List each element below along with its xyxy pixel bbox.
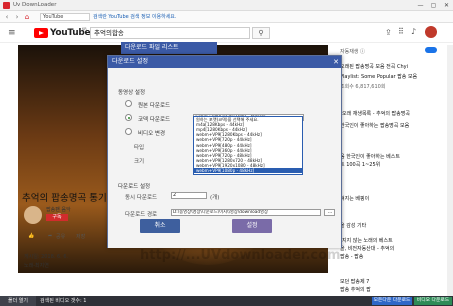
like-icon[interactable]: 👍 bbox=[28, 233, 34, 239]
sidebar-item[interactable]: 혀지는 베핑이 bbox=[340, 195, 446, 202]
radio-convert-label[interactable]: 비디오 변경 bbox=[138, 129, 165, 137]
youtube-search-input[interactable]: 추억의합송 bbox=[90, 27, 250, 39]
dialog-title: 다운로드 설정 bbox=[108, 56, 341, 68]
codec-option-selected[interactable]: webm+VP9[1080p - 48kHz] bbox=[194, 168, 302, 174]
path-input[interactable]: D:\동영상\영상\다운로드\이지\\영상\download영상 bbox=[171, 209, 321, 216]
minimize-button[interactable]: — bbox=[416, 1, 425, 10]
channel-name[interactable]: 팝송팬 음악 bbox=[46, 206, 71, 213]
sidebar-item[interactable]: 을, 비전자동산대 - 추억의 bbox=[340, 245, 446, 252]
sidebar-item[interactable]: 을 감성 기타 bbox=[340, 222, 446, 229]
path-label: 다운로드 경로 bbox=[125, 212, 158, 218]
channel-avatar[interactable] bbox=[24, 206, 42, 224]
window-title: Uv DownLoader bbox=[13, 2, 57, 8]
status-bar: 폴더 열기 검색된 비디오 갯수: 1 모든다운 다운로드 비디오 다운로드 bbox=[0, 296, 453, 306]
size-label: 크기 bbox=[134, 159, 145, 165]
radio-convert[interactable] bbox=[125, 128, 132, 135]
share-button[interactable]: 공유 bbox=[56, 233, 65, 240]
back-icon[interactable]: ‹ bbox=[3, 13, 11, 21]
video-count-status: 검색된 비디오 갯수: 1 bbox=[40, 298, 87, 304]
download-all-button[interactable]: 모든다운 다운로드 bbox=[372, 297, 412, 305]
app-icon bbox=[3, 2, 10, 9]
download-section-label: 다운로드 설정 bbox=[118, 184, 151, 190]
watermark-text: http://...UVdownloader.com bbox=[140, 248, 341, 263]
address-notice: 검색란 YouTube 검색 정보 이용하세요. bbox=[93, 14, 177, 20]
youtube-logo-icon[interactable] bbox=[34, 28, 48, 38]
close-window-button[interactable]: ✕ bbox=[442, 1, 451, 10]
radio-original-label[interactable]: 원본 다운로드 bbox=[138, 101, 170, 109]
open-folder-button[interactable]: 폴더 열기 bbox=[0, 296, 36, 306]
maximize-button[interactable]: ▢ bbox=[429, 1, 438, 10]
cancel-button[interactable]: 취소 bbox=[140, 219, 180, 233]
radio-codec-label[interactable]: 코덱 다운로드 bbox=[138, 115, 170, 123]
confirm-button[interactable]: 설정 bbox=[232, 219, 272, 233]
address-bar: ‹ › ⌂ YouTube 검색란 YouTube 검색 정보 이용하세요. bbox=[0, 11, 453, 23]
video-section-label: 동영상 설정 bbox=[118, 90, 146, 96]
concurrent-unit: (개) bbox=[210, 195, 220, 201]
scrollbar[interactable] bbox=[447, 45, 453, 296]
sidebar-item: 조회수 6,817,610회 bbox=[340, 84, 386, 90]
sidebar-item[interactable]: 오래된 팝송명곡 모음 전곡 Chyi bbox=[340, 63, 446, 70]
youtube-header: ≡ YouTube KR 추억의합송 ⚲ ⇪ ⠿ ♪ bbox=[0, 23, 453, 43]
youtube-region: KR bbox=[82, 27, 87, 31]
concurrent-select[interactable]: 2 bbox=[171, 192, 207, 199]
forward-icon[interactable]: › bbox=[13, 13, 21, 21]
upload-icon[interactable]: ⇪ bbox=[385, 28, 392, 37]
video-download-button[interactable]: 비디오 다운로드 bbox=[414, 297, 452, 305]
avatar[interactable] bbox=[425, 26, 437, 38]
sidebar-item[interactable]: 팝송 추억의 팝 bbox=[340, 286, 446, 293]
home-icon[interactable]: ⌂ bbox=[23, 13, 31, 21]
autoplay-label: 자동재생 ⓘ bbox=[340, 49, 365, 55]
bell-icon[interactable]: ♪ bbox=[411, 27, 416, 36]
sidebar-item[interactable]: 한국인이 좋아하는 팝송명곡 모음 bbox=[340, 122, 446, 129]
radio-codec[interactable] bbox=[125, 114, 132, 121]
sidebar-item[interactable]: [오래 재생목록 - 추억의 팝송명곡 bbox=[340, 110, 446, 117]
search-icon[interactable]: ⚲ bbox=[252, 27, 270, 39]
type-label: 타입 bbox=[134, 145, 145, 151]
codec-dropdown-list[interactable]: 원하는 포맷(코덱)을 선택해 주세요. m4a[128Kbps - 44kHz… bbox=[193, 116, 303, 175]
sidebar-item[interactable]: [지지 않는 노래의 베스트 bbox=[340, 237, 446, 244]
dialog-close-icon[interactable]: ✕ bbox=[331, 56, 341, 68]
sidebar-item[interactable]: 음 한국인이 좋아하는 베스트 bbox=[340, 153, 446, 160]
url-input[interactable]: YouTube bbox=[40, 13, 90, 21]
menu-icon[interactable]: ≡ bbox=[8, 28, 16, 38]
autoplay-toggle[interactable] bbox=[425, 47, 437, 53]
browse-button[interactable]: ... bbox=[324, 209, 335, 216]
sidebar-item[interactable]: Playlist: Some Popular 팝송 모음 bbox=[340, 73, 446, 80]
window-titlebar: Uv DownLoader — ▢ ✕ bbox=[0, 0, 453, 11]
save-button[interactable]: 저장 bbox=[76, 233, 85, 240]
download-list-dialog-title: 다운로드 파일 리스트 bbox=[121, 42, 217, 54]
sidebar-item[interactable]: 트 100곡 1~25위 bbox=[340, 161, 446, 168]
sidebar-item[interactable]: 모던 팝송제 7 bbox=[340, 278, 446, 285]
subscribe-button[interactable]: 구독 bbox=[46, 214, 68, 221]
share-icon[interactable]: ➦ bbox=[48, 233, 52, 239]
concurrent-label: 동시 다운로드 bbox=[125, 195, 158, 201]
radio-original[interactable] bbox=[125, 100, 132, 107]
sidebar-item[interactable]: 팝송 - 팝송 bbox=[340, 253, 446, 260]
video-date: 게시일: 2018. 6. 6. bbox=[24, 254, 69, 260]
video-description: 노래-최지연 bbox=[24, 263, 49, 269]
apps-icon[interactable]: ⠿ bbox=[398, 27, 404, 36]
